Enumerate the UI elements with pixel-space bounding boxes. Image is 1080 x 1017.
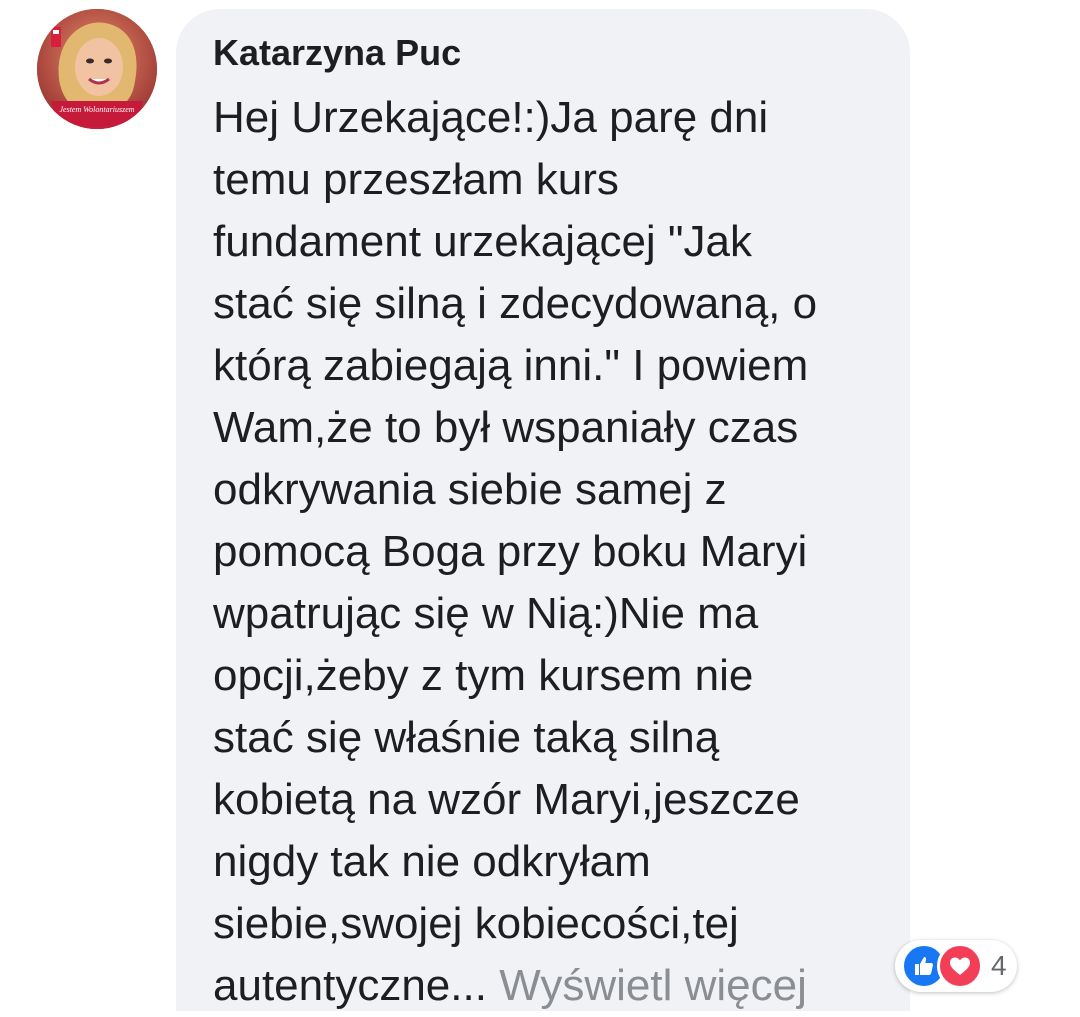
- love-icon: [937, 943, 983, 989]
- truncated-text: autentyczne...: [213, 961, 487, 1010]
- comment-line: pomocą Boga przy boku Maryi: [213, 527, 808, 576]
- comment-line: odkrywania siebie samej z: [213, 465, 727, 514]
- comment-line: którą zabiegają inni." I powiem: [213, 341, 809, 390]
- comment-line: stać się silną i zdecydowaną, o: [213, 279, 818, 328]
- reaction-count: 4: [991, 950, 1007, 981]
- comment-line: siebie,swojej kobiecości,tej: [213, 899, 739, 948]
- comment-line: kobietą na wzór Maryi,jeszcze: [213, 775, 800, 824]
- reactions-summary[interactable]: 4: [895, 940, 1017, 992]
- comment-line: Wam,że to był wspaniały czas: [213, 403, 799, 452]
- comment-line: opcji,żeby z tym kursem nie: [213, 651, 754, 700]
- see-more-link[interactable]: Wyświetl więcej: [499, 961, 807, 1010]
- avatar-caption: Jestem Wolontariuszem: [59, 105, 135, 114]
- avatar[interactable]: Jestem Wolontariuszem: [37, 9, 157, 129]
- comment-line: nigdy tak nie odkryłam: [213, 837, 651, 886]
- comment-line: stać się właśnie taką silną: [213, 713, 720, 762]
- comment-last-line: autentyczne... Wyświetl więcej: [213, 955, 910, 1017]
- comment-line: Hej Urzekające!:)Ja parę dni: [213, 93, 769, 142]
- comment-bubble: Katarzyna Puc Hej Urzekające!:)Ja parę d…: [176, 9, 910, 1011]
- comment-line: wpatrując się w Nią:)Nie ma: [213, 589, 759, 638]
- comment: Jestem Wolontariuszem Katarzyna Puc Hej …: [0, 0, 1080, 1011]
- comment-line: temu przeszłam kurs: [213, 155, 619, 204]
- comment-author[interactable]: Katarzyna Puc: [213, 31, 910, 75]
- comment-line: fundament urzekającej "Jak: [213, 217, 753, 266]
- comment-text: Hej Urzekające!:)Ja parę dni temu przesz…: [213, 87, 910, 1017]
